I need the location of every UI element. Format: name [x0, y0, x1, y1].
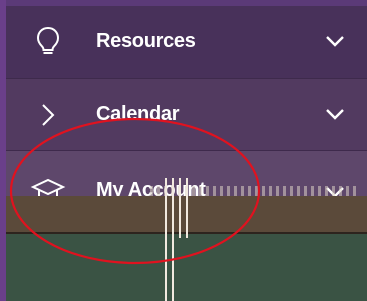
menu-item-resources[interactable]: Resources — [0, 6, 367, 78]
left-accent — [0, 0, 6, 301]
annotation-circle — [9, 117, 261, 265]
chevron-down-icon[interactable] — [325, 107, 345, 121]
side-menu: Resources Calendar My Account — [0, 0, 367, 301]
lightbulb-icon — [36, 26, 60, 54]
chevron-down-icon[interactable] — [325, 34, 345, 48]
menu-item-label: Resources — [96, 30, 196, 52]
